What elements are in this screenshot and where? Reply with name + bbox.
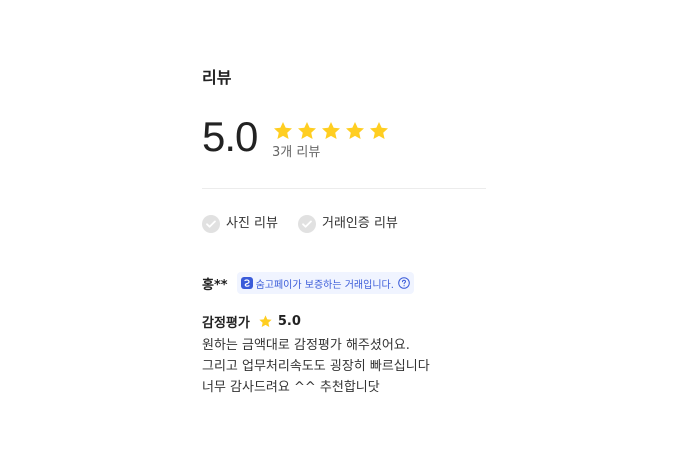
star-icon: [370, 122, 388, 139]
reviewer-row: 홍** 숨고페이가 보증하는 거래입니다.: [202, 272, 486, 294]
reviewer-name: 홍**: [202, 277, 228, 293]
photo-review-label: 사진 리뷰: [226, 216, 278, 231]
divider: [202, 188, 486, 189]
star-icon: [274, 122, 292, 139]
rating-value: 5.0: [277, 313, 301, 329]
star-icon: [346, 122, 364, 139]
star-icon: [322, 122, 340, 139]
average-score: 5.0: [202, 113, 258, 160]
review-count: 3개 리뷰: [272, 145, 321, 160]
check-circle-icon: [202, 215, 220, 233]
review-text: 원하는 금액대로 감정평가 해주셨어요. 그리고 업무처리속도도 굉장히 빠르십…: [202, 338, 430, 395]
star-icon: [259, 314, 272, 327]
photo-review-filter[interactable]: 사진 리뷰: [202, 215, 278, 233]
verified-review-filter[interactable]: 거래인증 리뷰: [297, 215, 398, 233]
badge-text: 숨고페이가 보증하는 거래입니다.: [255, 279, 394, 291]
review-filters: 사진 리뷰 거래인증 리뷰: [202, 215, 398, 233]
soomgo-pay-icon: [240, 277, 253, 289]
verified-review-label: 거래인증 리뷰: [321, 216, 398, 231]
service-rating-row: 감정평가 5.0: [202, 311, 486, 331]
star-icon: [298, 122, 316, 139]
rating-summary: 5.0 3개 리뷰: [202, 113, 486, 193]
service-category: 감정평가: [202, 315, 250, 331]
section-title: 리뷰: [202, 68, 232, 87]
review-item: 홍** 숨고페이가 보증하는 거래입니다. 감정평가 5.0 원하는 금액대로 …: [202, 272, 486, 398]
check-circle-icon: [297, 215, 316, 233]
question-circle-icon[interactable]: [398, 277, 410, 289]
soomgo-pay-badge[interactable]: 숨고페이가 보증하는 거래입니다.: [236, 272, 414, 294]
star-rating: [272, 120, 390, 142]
review-section: 리뷰 5.0 3개 리뷰 사진 리뷰 거래인증 리뷰 홍** 숨고페이가 보증하…: [202, 66, 486, 395]
